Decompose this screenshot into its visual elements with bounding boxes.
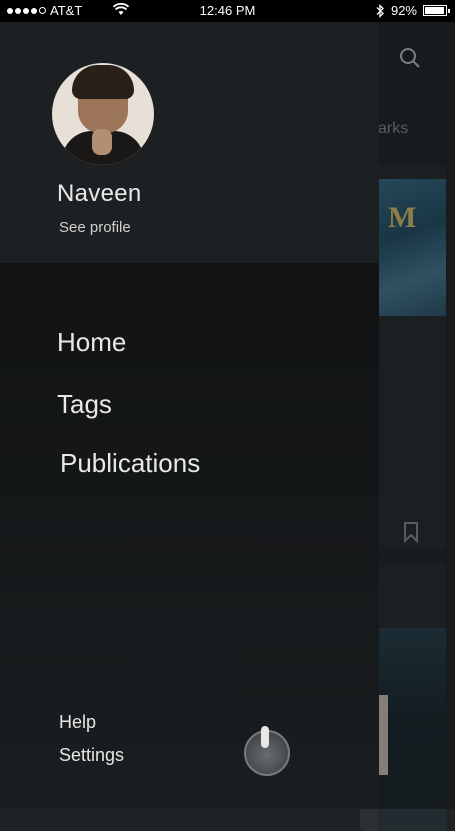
status-bar: AT&T 12:46 PM 92%	[0, 0, 455, 22]
toggle-knob	[261, 726, 269, 748]
user-name: Naveen	[57, 180, 142, 207]
status-right: 92%	[376, 3, 450, 18]
help-link[interactable]: Help	[59, 712, 96, 733]
drawer-scrim[interactable]	[379, 22, 455, 809]
see-profile-link[interactable]: See profile	[59, 219, 131, 236]
battery-percent: 92%	[390, 3, 417, 18]
night-mode-toggle[interactable]	[244, 726, 290, 776]
nav-item-publications[interactable]: Publications	[60, 448, 200, 479]
profile-header[interactable]: Naveen See profile	[0, 22, 379, 263]
nav-item-tags[interactable]: Tags	[57, 389, 112, 420]
bluetooth-icon	[376, 3, 384, 18]
settings-link[interactable]: Settings	[59, 745, 124, 766]
avatar[interactable]	[52, 63, 154, 165]
avatar-hair	[72, 65, 134, 99]
avatar-hand	[92, 129, 112, 155]
navigation-drawer: Naveen See profile Home Tags Publication…	[0, 22, 379, 809]
nav-item-home[interactable]: Home	[57, 327, 126, 358]
battery-fill	[425, 7, 444, 14]
battery-icon	[423, 5, 450, 16]
